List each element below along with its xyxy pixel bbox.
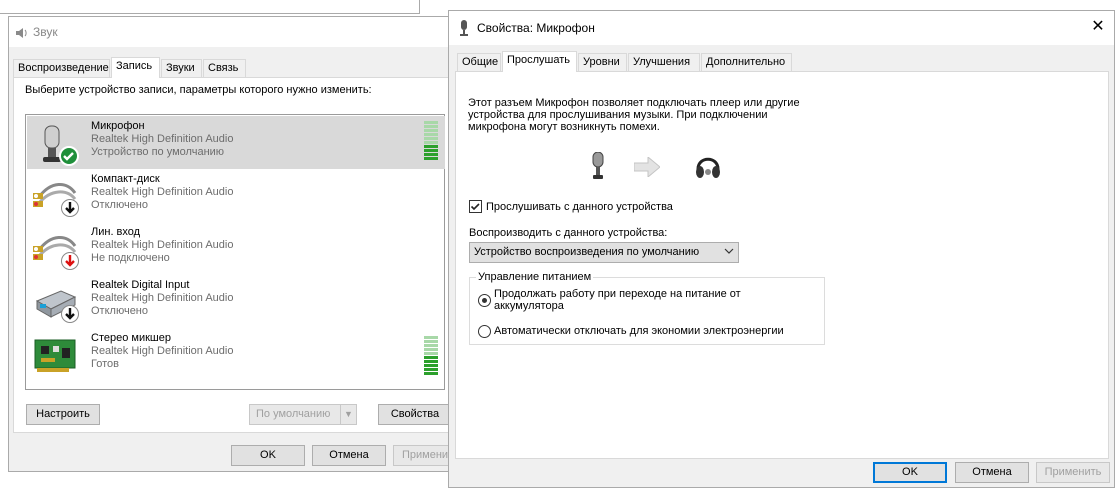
chevron-down-icon: ▼ [340, 405, 356, 424]
device-item-cd[interactable]: Компакт-диск Realtek High Definition Aud… [27, 169, 445, 222]
device-driver: Realtek High Definition Audio [91, 133, 234, 145]
sound-card-icon [31, 332, 81, 378]
radio-continue-on-battery[interactable] [478, 294, 491, 307]
properties-titlebar[interactable]: Свойства: Микрофон ✕ [449, 11, 1114, 45]
device-list[interactable]: Микрофон Realtek High Definition Audio У… [25, 114, 445, 390]
configure-button[interactable]: Настроить [26, 404, 100, 425]
cancel-button[interactable]: Отмена [955, 462, 1029, 483]
arrow-right-icon [633, 155, 661, 180]
description-line: устройства для прослушивания музыки. При… [468, 109, 768, 121]
sound-dialog: Звук Воспроизведение Запись Звуки Связь … [8, 16, 453, 472]
device-name: Realtek Digital Input [91, 279, 190, 291]
tab-general[interactable]: Общие [457, 53, 501, 71]
properties-tab-strip: Общие Прослушать Уровни Улучшения Дополн… [457, 51, 957, 72]
tab-communications[interactable]: Связь [203, 59, 246, 77]
device-text: Компакт-диск Realtek High Definition Aud… [91, 173, 233, 212]
tab-levels[interactable]: Уровни [578, 53, 627, 71]
radio-auto-disable[interactable] [478, 325, 491, 338]
description-text: Этот разъем Микрофон позволяет подключат… [468, 97, 800, 133]
tab-listen[interactable]: Прослушать [502, 51, 577, 72]
device-item-line-in[interactable]: Лин. вход Realtek High Definition Audio … [27, 222, 445, 275]
description-line: микрофона могут возникнуть помехи. [468, 121, 660, 133]
apply-button[interactable]: Применить [1036, 462, 1110, 483]
window-title: Звук [33, 25, 58, 39]
device-text: Лин. вход Realtek High Definition Audio … [91, 226, 233, 265]
description-line: Этот разъем Микрофон позволяет подключат… [468, 97, 800, 109]
listen-checkbox-label: Прослушивать с данного устройства [486, 201, 673, 213]
power-management-group: Управление питанием Продолжать работу пр… [469, 271, 825, 345]
level-meter [424, 121, 438, 161]
tab-sounds[interactable]: Звуки [161, 59, 202, 77]
radio-auto-disable-label: Автоматически отключать для экономии эле… [494, 325, 784, 337]
apply-button[interactable]: Примени [393, 445, 453, 466]
check-icon [470, 203, 480, 211]
tab-playback[interactable]: Воспроизведение [13, 59, 110, 77]
set-default-button[interactable]: По умолчанию ▼ [249, 404, 357, 425]
tab-advanced[interactable]: Дополнительно [701, 53, 792, 71]
radio-label-line: аккумулятора [494, 300, 564, 312]
device-name: Микрофон [91, 120, 145, 132]
device-status: Не подключено [91, 252, 170, 264]
group-legend: Управление питанием [476, 271, 594, 283]
instruction-text: Выберите устройство записи, параметры ко… [25, 84, 372, 96]
headphones-icon [695, 152, 721, 183]
listen-checkbox[interactable] [469, 200, 482, 213]
unplugged-arrow-icon [61, 252, 79, 270]
device-status: Готов [91, 358, 119, 370]
tab-enhancements[interactable]: Улучшения [628, 53, 700, 71]
device-text: Микрофон Realtek High Definition Audio У… [91, 120, 233, 159]
device-driver: Realtek High Definition Audio [91, 292, 234, 304]
sound-tab-strip: Воспроизведение Запись Звуки Связь [13, 57, 433, 78]
cancel-button[interactable]: Отмена [312, 445, 386, 466]
device-name: Стерео микшер [91, 332, 171, 344]
device-item-digital-input[interactable]: Realtek Digital Input Realtek High Defin… [27, 275, 445, 328]
sound-titlebar[interactable]: Звук [9, 17, 449, 47]
properties-button[interactable]: Свойства [378, 404, 452, 425]
device-driver: Realtek High Definition Audio [91, 345, 234, 357]
radio-continue-label: Продолжать работу при переходе на питани… [494, 288, 741, 312]
disabled-arrow-icon [61, 305, 79, 323]
device-driver: Realtek High Definition Audio [91, 239, 234, 251]
tab-recording[interactable]: Запись [111, 57, 160, 78]
microphone-icon [459, 20, 469, 39]
window-title: Свойства: Микрофон [477, 21, 595, 35]
device-text: Realtek Digital Input Realtek High Defin… [91, 279, 233, 318]
speaker-icon [15, 26, 29, 43]
playback-device-select[interactable]: Устройство воспроизведения по умолчанию [469, 242, 739, 263]
device-item-microphone[interactable]: Микрофон Realtek High Definition Audio У… [27, 116, 445, 169]
device-name: Лин. вход [91, 226, 141, 238]
device-status: Устройство по умолчанию [91, 146, 225, 158]
chevron-down-icon [724, 246, 734, 259]
playback-label: Воспроизводить с данного устройства: [469, 227, 668, 239]
device-item-stereo-mix[interactable]: Стерео микшер Realtek High Definition Au… [27, 328, 445, 381]
disabled-arrow-icon [61, 199, 79, 217]
device-driver: Realtek High Definition Audio [91, 186, 234, 198]
radio-label-line: Продолжать работу при переходе на питани… [494, 288, 741, 300]
ok-button[interactable]: OK [873, 462, 947, 483]
device-text: Стерео микшер Realtek High Definition Au… [91, 332, 233, 371]
playback-device-value: Устройство воспроизведения по умолчанию [474, 246, 700, 258]
listen-pane: Этот разъем Микрофон позволяет подключат… [455, 71, 1109, 459]
device-status: Отключено [91, 199, 148, 211]
default-check-icon [59, 146, 79, 166]
properties-dialog: Свойства: Микрофон ✕ Общие Прослушать Ур… [448, 10, 1115, 488]
level-meter [424, 336, 438, 376]
background-window-edge [0, 0, 420, 14]
ok-button[interactable]: OK [231, 445, 305, 466]
microphone-icon [590, 151, 606, 185]
device-status: Отключено [91, 305, 148, 317]
recording-pane: Выберите устройство записи, параметры ко… [13, 77, 452, 433]
close-icon[interactable]: ✕ [1088, 17, 1108, 37]
device-name: Компакт-диск [91, 173, 160, 185]
set-default-label: По умолчанию [256, 408, 331, 420]
